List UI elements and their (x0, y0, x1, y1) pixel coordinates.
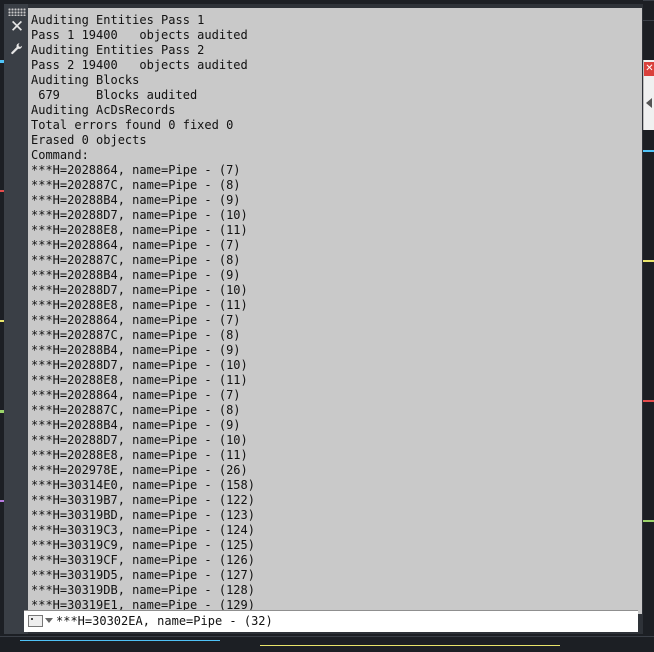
history-line: ***H=30319D5, name=Pipe - (127) (31, 568, 255, 582)
history-line: ***H=20288E8, name=Pipe - (11) (31, 223, 248, 237)
history-line: Pass 1 19400 objects audited (31, 28, 248, 42)
close-button[interactable]: ✕ (8, 18, 26, 36)
history-line: ***H=20288D7, name=Pipe - (10) (31, 208, 248, 222)
history-line: Erased 0 objects (31, 133, 147, 147)
history-line: ***H=20288E8, name=Pipe - (11) (31, 373, 248, 387)
history-line: ***H=30319C9, name=Pipe - (125) (31, 538, 255, 552)
history-line: ***H=20288D7, name=Pipe - (10) (31, 283, 248, 297)
history-line: ***H=2028864, name=Pipe - (7) (31, 238, 241, 252)
side-palette-edge: ✕ (643, 60, 654, 130)
history-line: ***H=20288B4, name=Pipe - (9) (31, 343, 241, 357)
history-line: ***H=202887C, name=Pipe - (8) (31, 403, 241, 417)
history-line: ***H=20288B4, name=Pipe - (9) (31, 268, 241, 282)
history-line: ***H=20288E8, name=Pipe - (11) (31, 298, 248, 312)
grip-icon[interactable] (8, 8, 26, 16)
history-line: Auditing Blocks (31, 73, 140, 87)
wrench-icon-svg (11, 43, 23, 55)
history-line: Auditing AcDsRecords (31, 103, 176, 117)
history-line: 679 Blocks audited (31, 88, 198, 102)
history-line: ***H=20288B4, name=Pipe - (9) (31, 193, 241, 207)
history-line: ***H=202978E, name=Pipe - (26) (31, 463, 248, 477)
palette-close-icon[interactable]: ✕ (644, 62, 654, 76)
command-input[interactable] (56, 611, 626, 632)
history-line: ***H=30314E0, name=Pipe - (158) (31, 478, 255, 492)
command-input-bar (24, 610, 638, 632)
history-line: Command: (31, 148, 89, 162)
history-line: ***H=30319B7, name=Pipe - (122) (31, 493, 255, 507)
history-line: ***H=202887C, name=Pipe - (8) (31, 178, 241, 192)
chevron-down-icon[interactable] (45, 618, 53, 623)
history-line: Total errors found 0 fixed 0 (31, 118, 234, 132)
history-line: ***H=2028864, name=Pipe - (7) (31, 163, 241, 177)
command-line-toolbar: ✕ (4, 4, 28, 634)
command-history-text: Auditing Entities Pass 1 Pass 1 19400 obj… (28, 8, 642, 613)
triangle-left-icon[interactable] (646, 98, 652, 108)
history-line: ***H=20288D7, name=Pipe - (10) (31, 358, 248, 372)
history-line: ***H=30319C3, name=Pipe - (124) (31, 523, 255, 537)
history-line: ***H=30319CF, name=Pipe - (126) (31, 553, 255, 567)
history-line: ***H=202887C, name=Pipe - (8) (31, 253, 241, 267)
history-line: Auditing Entities Pass 1 (31, 13, 205, 27)
history-line: ***H=30319BD, name=Pipe - (123) (31, 508, 255, 522)
history-line: ***H=20288D7, name=Pipe - (10) (31, 433, 248, 447)
command-line-window: ✕ Auditing Entities Pass 1 Pass 1 19400 o… (4, 4, 643, 634)
history-line: ***H=20288B4, name=Pipe - (9) (31, 418, 241, 432)
command-prompt-icon[interactable] (28, 615, 43, 627)
history-line: Auditing Entities Pass 2 (31, 43, 205, 57)
history-line: ***H=20288E8, name=Pipe - (11) (31, 448, 248, 462)
history-line: ***H=2028864, name=Pipe - (7) (31, 388, 241, 402)
wrench-icon[interactable] (8, 42, 26, 60)
history-line: Pass 2 19400 objects audited (31, 58, 248, 72)
history-line: ***H=30319DB, name=Pipe - (128) (31, 583, 255, 597)
history-line: ***H=202887C, name=Pipe - (8) (31, 328, 241, 342)
command-history[interactable]: Auditing Entities Pass 1 Pass 1 19400 obj… (28, 8, 642, 614)
history-line: ***H=2028864, name=Pipe - (7) (31, 313, 241, 327)
